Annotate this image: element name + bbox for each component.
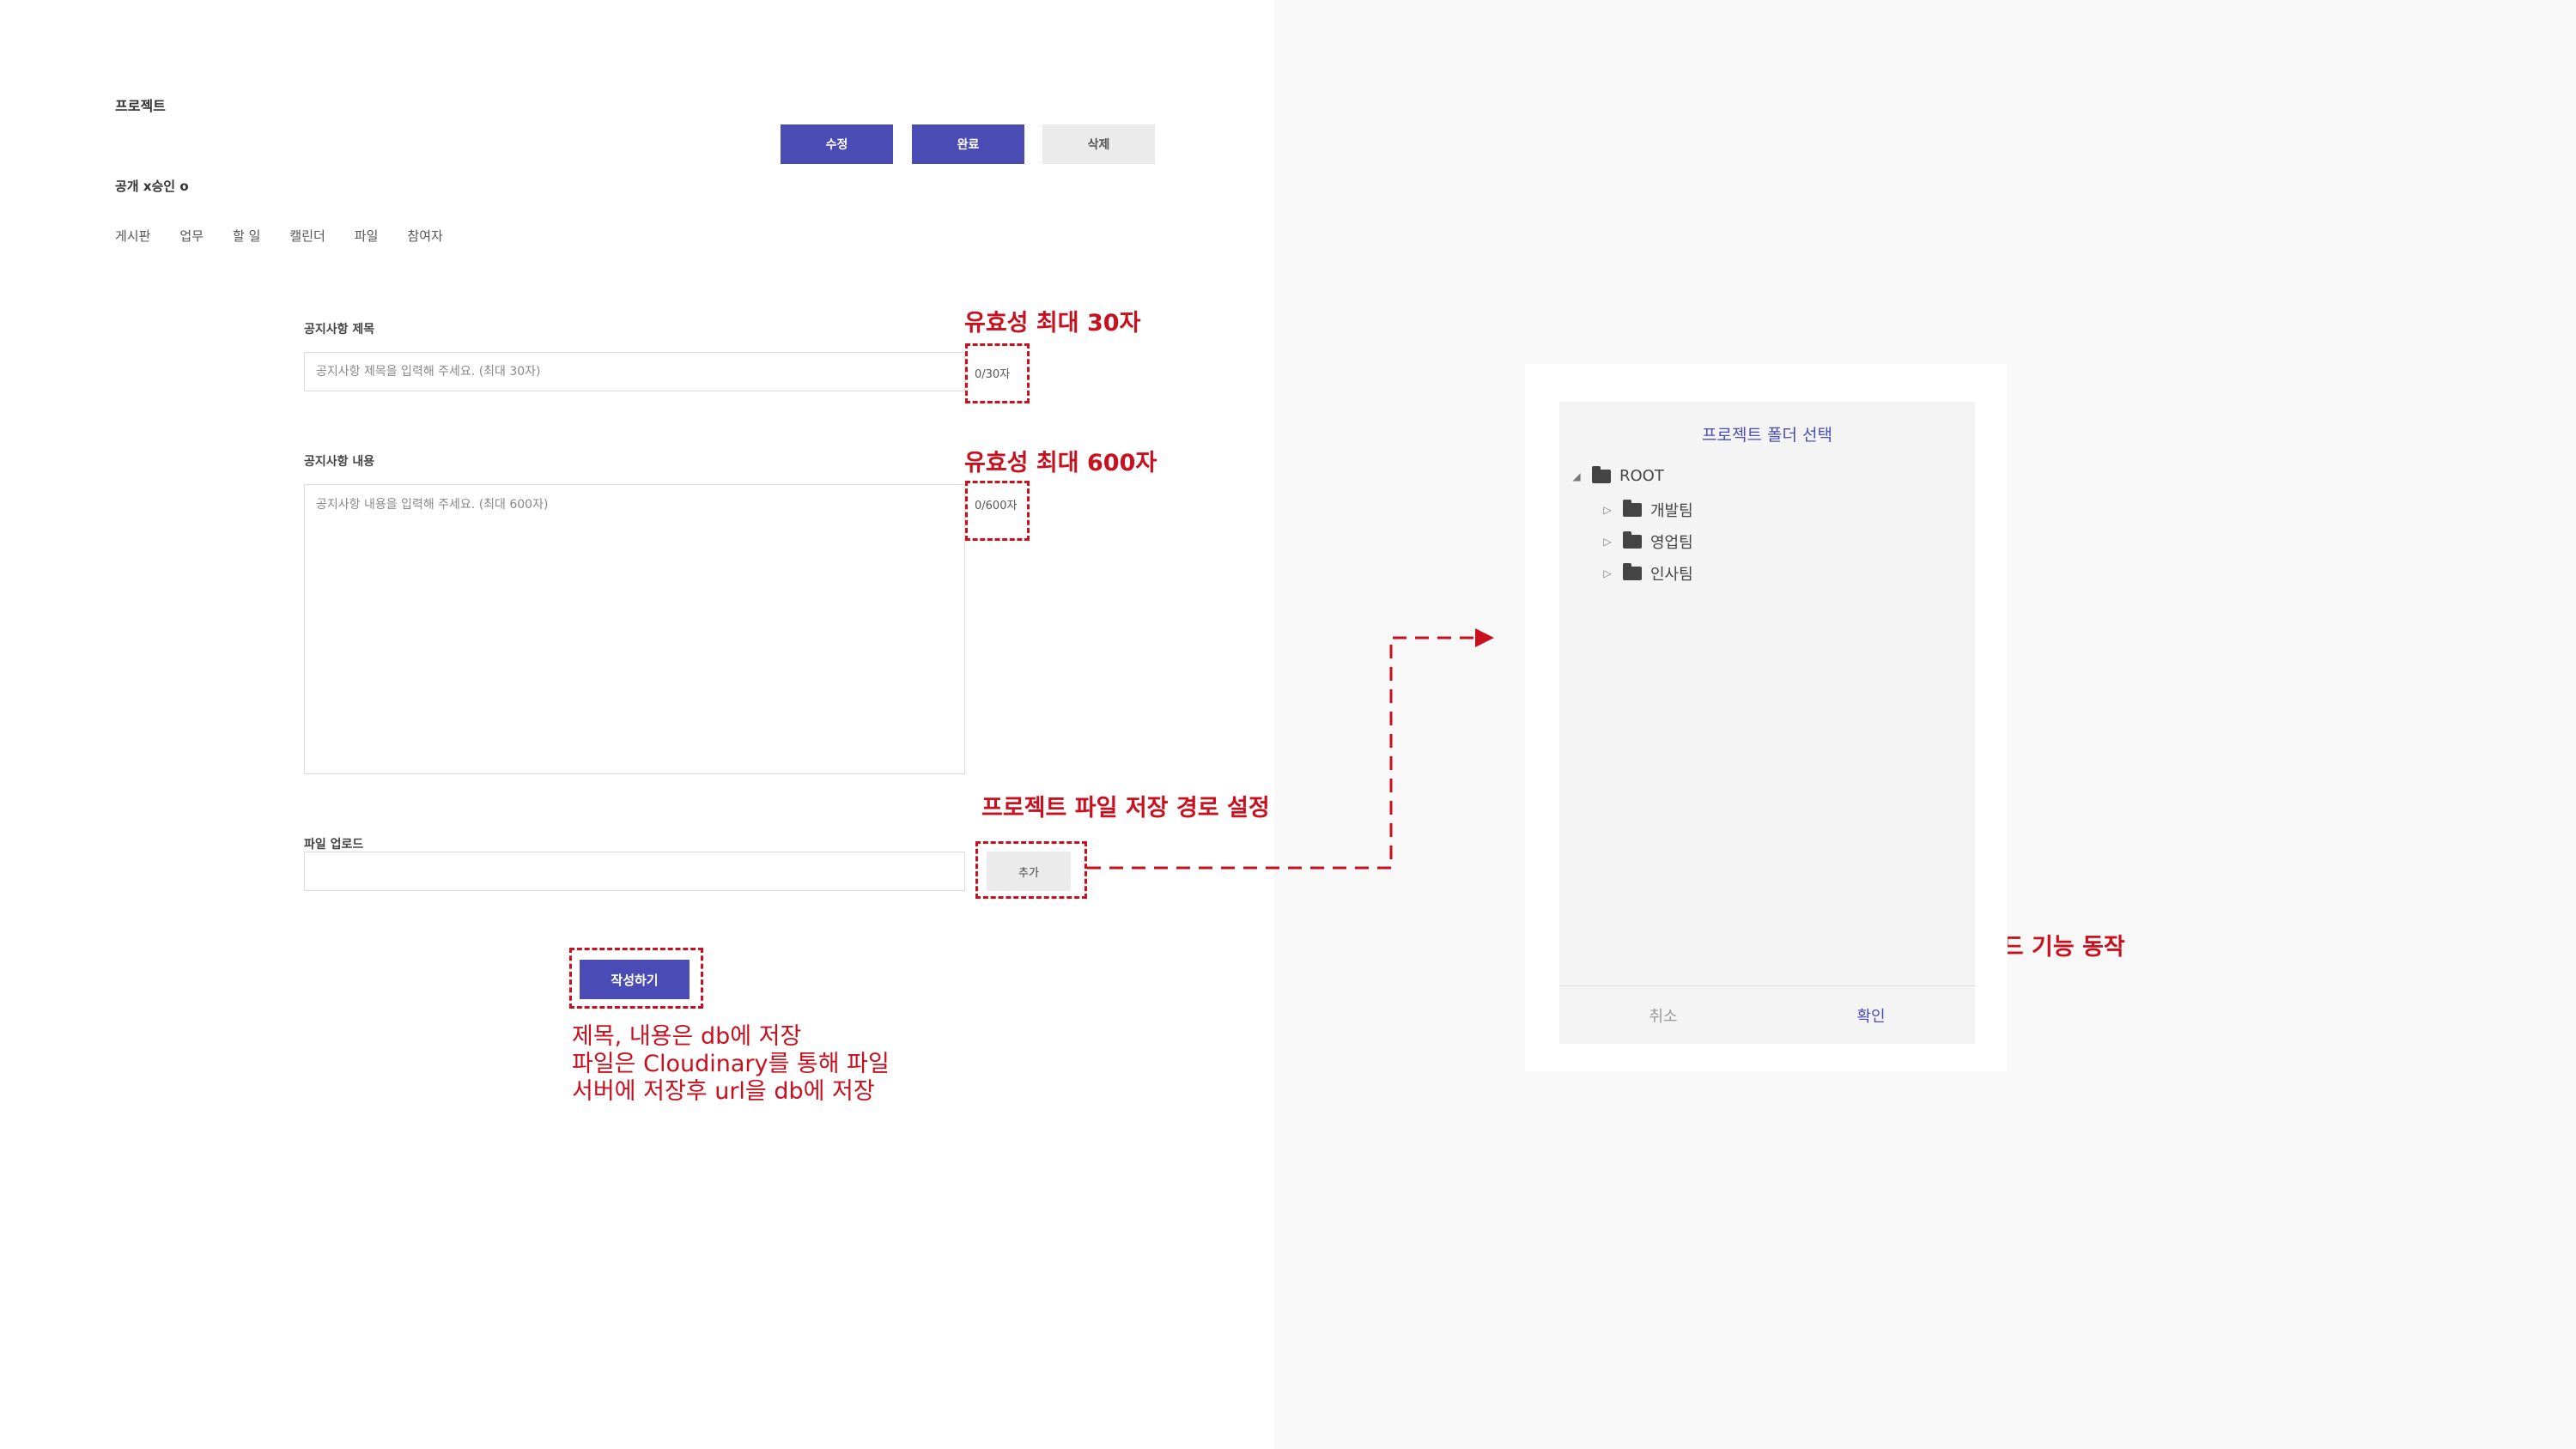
caret-right-icon[interactable]: ▷ — [1601, 536, 1614, 548]
tree-item-label: 영업팀 — [1650, 534, 1693, 552]
modal-footer: 취소 확인 — [1559, 985, 1975, 1045]
folder-select-modal: 프로젝트 폴더 선택 ◢ ROOT ▷ 개발팀 ▷ 영업팀 ▷ 인사팀 취소 확… — [1559, 402, 1975, 1044]
caret-right-icon[interactable]: ▷ — [1601, 567, 1614, 579]
tree-item-root[interactable]: ◢ ROOT — [1570, 465, 1664, 485]
folder-icon — [1592, 465, 1611, 483]
caret-right-icon[interactable]: ▷ — [1601, 504, 1614, 516]
tree-item-label: ROOT — [1619, 467, 1664, 485]
modal-confirm-button[interactable]: 확인 — [1767, 986, 1975, 1045]
modal-cancel-button[interactable]: 취소 — [1559, 986, 1767, 1045]
folder-icon — [1623, 563, 1642, 580]
tree-item-label: 개발팀 — [1650, 502, 1693, 520]
folder-icon — [1623, 500, 1642, 517]
folder-icon — [1623, 531, 1642, 549]
tree-item-hr[interactable]: ▷ 인사팀 — [1601, 562, 1693, 585]
caret-down-icon[interactable]: ◢ — [1570, 470, 1583, 482]
modal-title: 프로젝트 폴더 선택 — [1702, 426, 1832, 445]
connector-arrow — [1087, 628, 1494, 870]
tree-item-label: 인사팀 — [1650, 566, 1693, 584]
tree-item-dev[interactable]: ▷ 개발팀 — [1601, 499, 1693, 521]
tree-item-sales[interactable]: ▷ 영업팀 — [1601, 530, 1693, 553]
